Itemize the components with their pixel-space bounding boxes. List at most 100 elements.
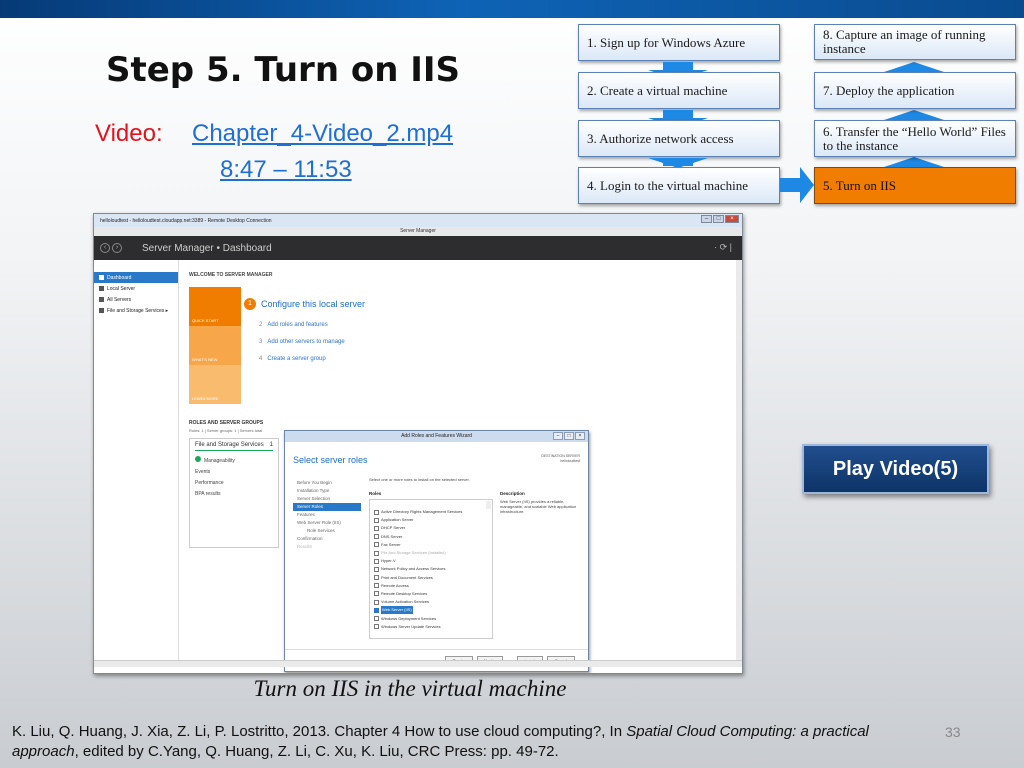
back-icon[interactable]: ‹ <box>100 243 110 253</box>
rdp-title: helloloudtest - helloloudtest.cloudapp.n… <box>100 217 272 224</box>
sidebar-item-label: File and Storage Services ▸ <box>107 307 169 314</box>
minimize-icon[interactable]: – <box>553 432 563 440</box>
play-video-button[interactable]: Play Video(5) <box>802 444 989 494</box>
vertical-scrollbar[interactable] <box>736 260 742 665</box>
sidebar: Dashboard Local Server All Servers File … <box>94 260 179 665</box>
create-group-link[interactable]: 4 Create a server group <box>259 356 326 362</box>
checkbox-checked[interactable] <box>374 607 379 613</box>
checkbox[interactable] <box>374 534 379 540</box>
role-label: Network Policy and Access Services <box>381 566 446 572</box>
role-item[interactable]: Application Server <box>374 516 492 524</box>
wizard-nav-item[interactable]: Installation Type <box>293 487 361 495</box>
wizard-titlebar: Add Roles and Features Wizard – □ × <box>285 431 588 442</box>
roles-label: Roles <box>369 491 382 496</box>
forward-icon[interactable]: › <box>112 243 122 253</box>
checkbox[interactable] <box>374 525 379 531</box>
tile-item[interactable]: Events <box>195 469 273 475</box>
checkbox[interactable] <box>374 566 379 572</box>
close-icon[interactable]: × <box>575 432 585 440</box>
workflow-step-8: 8. Capture an image of running instance <box>814 24 1016 60</box>
top-banner <box>0 0 1024 18</box>
tile-item[interactable]: Performance <box>195 480 273 486</box>
sidebar-item-local-server[interactable]: Local Server <box>94 283 178 294</box>
checkbox[interactable] <box>374 624 379 630</box>
role-label: Fax Server <box>381 541 401 547</box>
role-item[interactable]: Hyper-V <box>374 557 492 565</box>
arrow-up-icon <box>884 110 944 120</box>
role-label: Windows Server Update Services <box>381 623 441 629</box>
wizard-nav-item[interactable]: Role Services <box>293 527 361 535</box>
role-item[interactable]: Network Policy and Access Services <box>374 565 492 573</box>
role-item[interactable]: Active Directory Rights Management Servi… <box>374 508 492 516</box>
role-label: Remote Desktop Services <box>381 590 428 596</box>
role-item[interactable]: DHCP Server <box>374 524 492 532</box>
checkbox[interactable] <box>374 509 379 515</box>
rdp-titlebar: helloloudtest - helloloudtest.cloudapp.n… <box>94 214 742 227</box>
checkbox[interactable] <box>374 591 379 597</box>
workflow-step-7: 7. Deploy the application <box>814 72 1016 109</box>
configure-link[interactable]: Configure this local server <box>261 299 365 309</box>
checkbox[interactable] <box>374 599 379 605</box>
sidebar-item-label: Dashboard <box>107 274 132 281</box>
citation-suffix: , edited by C.Yang, Q. Huang, Z. Li, C. … <box>74 743 559 760</box>
role-item[interactable]: Remote Desktop Services <box>374 590 492 598</box>
tile-item[interactable]: Manageability <box>195 456 273 464</box>
role-item[interactable]: Windows Deployment Services <box>374 614 492 622</box>
tile-item-label: Manageability <box>204 458 235 464</box>
close-icon[interactable]: × <box>725 215 739 223</box>
welcome-heading: WELCOME TO SERVER MANAGER <box>189 272 273 278</box>
role-item[interactable]: Volume Activation Services <box>374 598 492 606</box>
wizard-nav-item[interactable]: Server Selection <box>293 495 361 503</box>
arrow-up-icon <box>884 62 944 72</box>
video-link[interactable]: Chapter_4-Video_2.mp4 <box>192 120 453 148</box>
maximize-icon[interactable]: □ <box>564 432 574 440</box>
add-roles-link[interactable]: 2 Add roles and features <box>259 322 328 328</box>
wizard-nav-item-active[interactable]: Server Roles <box>293 503 361 511</box>
remote-desktop-screenshot: helloloudtest - helloloudtest.cloudapp.n… <box>93 213 743 674</box>
role-item[interactable]: Print and Document Services <box>374 574 492 582</box>
refresh-icon[interactable]: · ⟳ | <box>714 242 732 253</box>
minimize-icon[interactable]: – <box>701 215 712 223</box>
learn-more-tile[interactable]: LEARN MORE <box>189 365 241 404</box>
checkbox[interactable] <box>374 517 379 523</box>
sidebar-item-dashboard[interactable]: Dashboard <box>94 272 178 283</box>
checkbox[interactable] <box>374 542 379 548</box>
sidebar-item-label: Local Server <box>107 285 136 292</box>
file-storage-tile[interactable]: File and Storage Services 1 Manageability… <box>189 438 279 548</box>
horizontal-scrollbar[interactable] <box>94 660 742 667</box>
tile-title-text: File and Storage Services <box>195 442 264 448</box>
checkbox[interactable] <box>374 616 379 622</box>
role-item[interactable]: Windows Server Update Services <box>374 623 492 631</box>
sidebar-item-all-servers[interactable]: All Servers <box>94 294 178 305</box>
checkbox[interactable] <box>374 583 379 589</box>
arrow-right-icon <box>780 178 802 192</box>
workflow-step-4: 4. Login to the virtual machine <box>578 167 780 204</box>
tile-item[interactable]: BPA results <box>195 491 273 497</box>
role-item[interactable]: DNS Server <box>374 533 492 541</box>
wizard-nav-item[interactable]: Before You Begin <box>293 479 361 487</box>
wizard-nav-item[interactable]: Web Server Role (IIS) <box>293 519 361 527</box>
whats-new-tile[interactable]: WHAT'S NEW <box>189 326 241 365</box>
checkbox[interactable] <box>374 575 379 581</box>
storage-icon <box>99 308 104 313</box>
quick-start-tile[interactable]: QUICK START <box>189 287 241 326</box>
wizard-nav-item[interactable]: Confirmation <box>293 535 361 543</box>
add-servers-link[interactable]: 3 Add other servers to manage <box>259 339 345 345</box>
role-label: Web Server (IIS) <box>381 606 413 615</box>
servers-icon <box>99 297 104 302</box>
roles-scrollbar[interactable] <box>486 501 491 510</box>
role-label: Windows Deployment Services <box>381 615 437 621</box>
role-item[interactable]: Fax Server <box>374 541 492 549</box>
role-item[interactable]: Remote Access <box>374 582 492 590</box>
sidebar-item-file-storage[interactable]: File and Storage Services ▸ <box>94 305 178 316</box>
workflow-step-2: 2. Create a virtual machine <box>578 72 780 109</box>
role-item-selected[interactable]: Web Server (IIS) <box>374 606 492 615</box>
breadcrumb: Server Manager • Dashboard <box>142 242 272 254</box>
wizard-nav-item[interactable]: Features <box>293 511 361 519</box>
role-label: File And Storage Services (Installed) <box>381 550 446 556</box>
destination-server: DESTINATION SERVER helloloudtest <box>541 454 580 464</box>
page-number: 33 <box>945 724 961 740</box>
video-time-link[interactable]: 8:47 – 11:53 <box>220 156 352 184</box>
checkbox[interactable] <box>374 558 379 564</box>
maximize-icon[interactable]: □ <box>713 215 724 223</box>
